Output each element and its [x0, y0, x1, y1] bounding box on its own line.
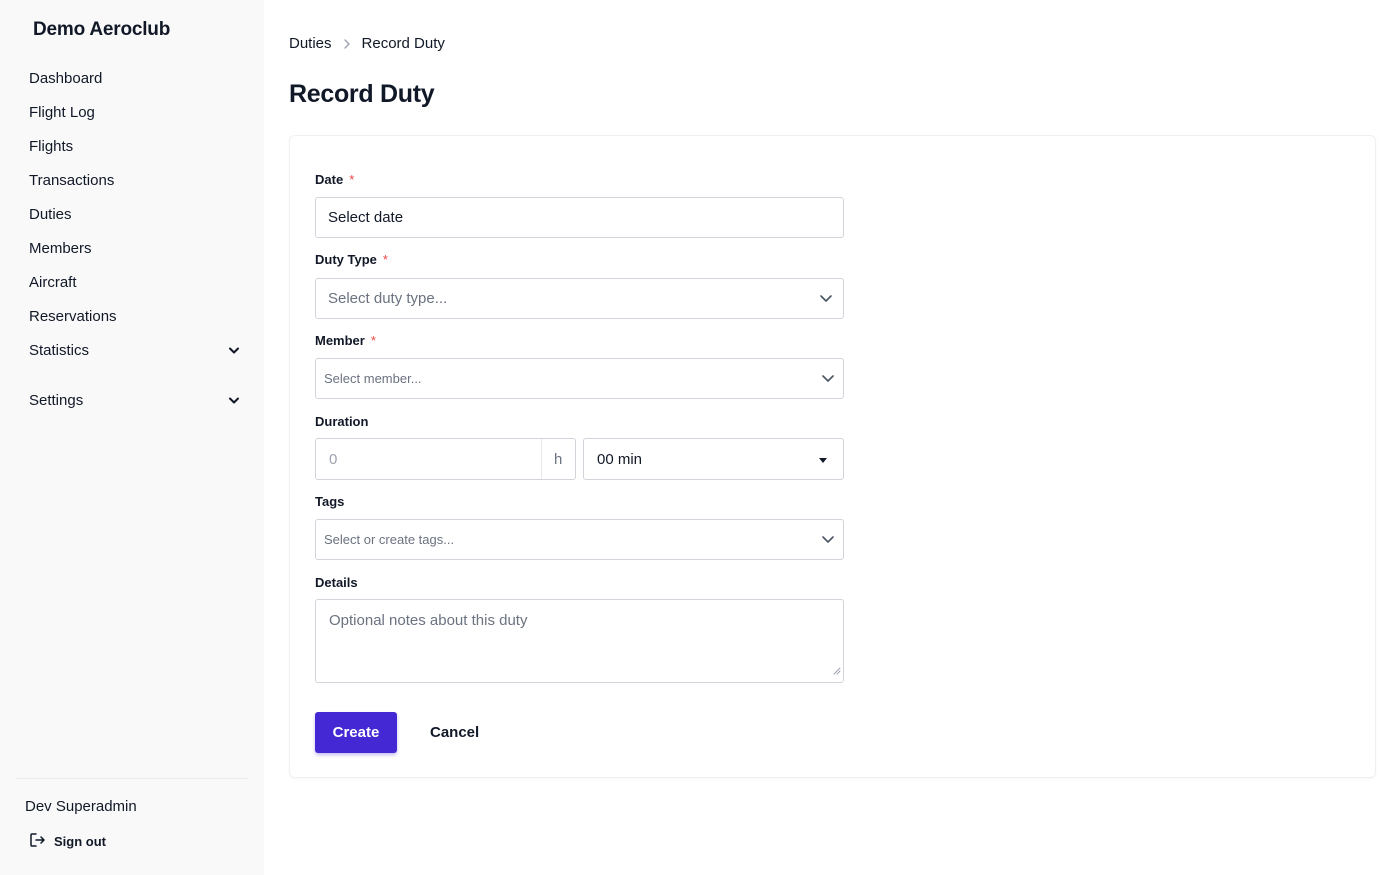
member-select[interactable]: Select member... — [315, 358, 844, 399]
sidebar-item-label: Statistics — [29, 341, 90, 359]
brand-name: Demo Aeroclub — [33, 19, 171, 40]
sidebar-item-label: Aircraft — [29, 273, 77, 291]
duration-hours-input[interactable]: 0 h — [315, 438, 576, 480]
duty-type-label: Duty Type * — [315, 252, 388, 267]
hours-unit-addon: h — [554, 451, 563, 468]
sidebar-item-aircraft[interactable]: Aircraft — [0, 265, 264, 299]
sidebar-item-label: Transactions — [29, 171, 115, 189]
sidebar-item-label: Members — [29, 239, 92, 257]
main-content: Duties Record Duty Record Duty Date * Sel… — [264, 0, 1400, 875]
chevron-down-icon — [228, 394, 240, 406]
sidebar-item-statistics[interactable]: Statistics — [0, 333, 264, 367]
details-label: Details — [315, 575, 358, 590]
sidebar-divider — [16, 778, 248, 779]
sidebar-item-label: Duties — [29, 205, 72, 223]
details-textarea[interactable]: Optional notes about this duty — [315, 599, 844, 683]
sidebar-item-label: Settings — [29, 391, 84, 409]
sidebar-item-label: Dashboard — [29, 69, 103, 87]
cancel-button[interactable]: Cancel — [430, 712, 479, 753]
details-label-text: Details — [315, 575, 358, 590]
duration-label-text: Duration — [315, 414, 369, 429]
duty-type-select[interactable]: Select duty type... — [315, 278, 844, 319]
chevron-down-icon — [821, 371, 835, 388]
sidebar-item-transactions[interactable]: Transactions — [0, 163, 264, 197]
sidebar-item-members[interactable]: Members — [0, 231, 264, 265]
sidebar-item-label: Flight Log — [29, 103, 95, 121]
sidebar-item-dashboard[interactable]: Dashboard — [0, 61, 264, 95]
member-placeholder: Select member... — [324, 371, 422, 386]
chevron-right-icon — [343, 38, 350, 49]
required-marker: * — [349, 172, 355, 187]
duration-label: Duration — [315, 414, 368, 429]
sidebar-item-reservations[interactable]: Reservations — [0, 299, 264, 333]
chevron-down-icon — [819, 291, 833, 309]
sidebar-item-label: Flights — [29, 137, 74, 155]
sidebar: Demo Aeroclub Dashboard Flight Log Fligh… — [0, 0, 264, 875]
current-user-name: Dev Superadmin — [25, 798, 137, 815]
hours-placeholder: 0 — [329, 451, 338, 468]
duty-type-placeholder: Select duty type... — [328, 290, 448, 307]
tags-placeholder: Select or create tags... — [324, 532, 455, 547]
hours-addon-divider — [541, 439, 542, 479]
tags-label: Tags — [315, 494, 344, 509]
date-placeholder: Select date — [328, 209, 404, 226]
sidebar-item-flights[interactable]: Flights — [0, 129, 264, 163]
caret-down-icon — [819, 458, 827, 463]
sign-out-label: Sign out — [54, 834, 106, 849]
date-label: Date * — [315, 172, 354, 187]
page-title: Record Duty — [289, 80, 435, 108]
duty-form-card: Date * Select date Duty Type * Select duty… — [289, 135, 1376, 778]
breadcrumb: Duties Record Duty — [289, 35, 445, 52]
details-placeholder: Optional notes about this duty — [329, 612, 528, 629]
tags-select[interactable]: Select or create tags... — [315, 519, 844, 560]
sidebar-item-duties[interactable]: Duties — [0, 197, 264, 231]
chevron-down-icon — [228, 344, 240, 356]
resize-handle-icon[interactable] — [832, 662, 841, 680]
sidebar-item-settings[interactable]: Settings — [0, 383, 264, 417]
date-label-text: Date — [315, 172, 344, 187]
minutes-value: 00 min — [597, 451, 643, 468]
chevron-down-icon — [821, 532, 835, 549]
member-label: Member * — [315, 333, 376, 348]
required-marker: * — [382, 252, 388, 267]
sidebar-item-label: Reservations — [29, 307, 117, 325]
tags-label-text: Tags — [315, 494, 345, 509]
sidebar-nav: Dashboard Flight Log Flights Transaction… — [0, 61, 264, 417]
sign-out-button[interactable]: Sign out — [29, 832, 106, 851]
sidebar-item-flight-log[interactable]: Flight Log — [0, 95, 264, 129]
create-button[interactable]: Create — [315, 712, 397, 753]
required-marker: * — [370, 333, 376, 348]
sign-out-icon — [29, 832, 46, 851]
breadcrumb-parent-link[interactable]: Duties — [289, 35, 332, 52]
member-label-text: Member — [315, 333, 365, 348]
breadcrumb-current: Record Duty — [361, 35, 445, 52]
duration-minutes-select[interactable]: 00 min — [583, 438, 844, 480]
duty-type-label-text: Duty Type — [315, 252, 377, 267]
date-picker-input[interactable]: Select date — [315, 197, 844, 238]
